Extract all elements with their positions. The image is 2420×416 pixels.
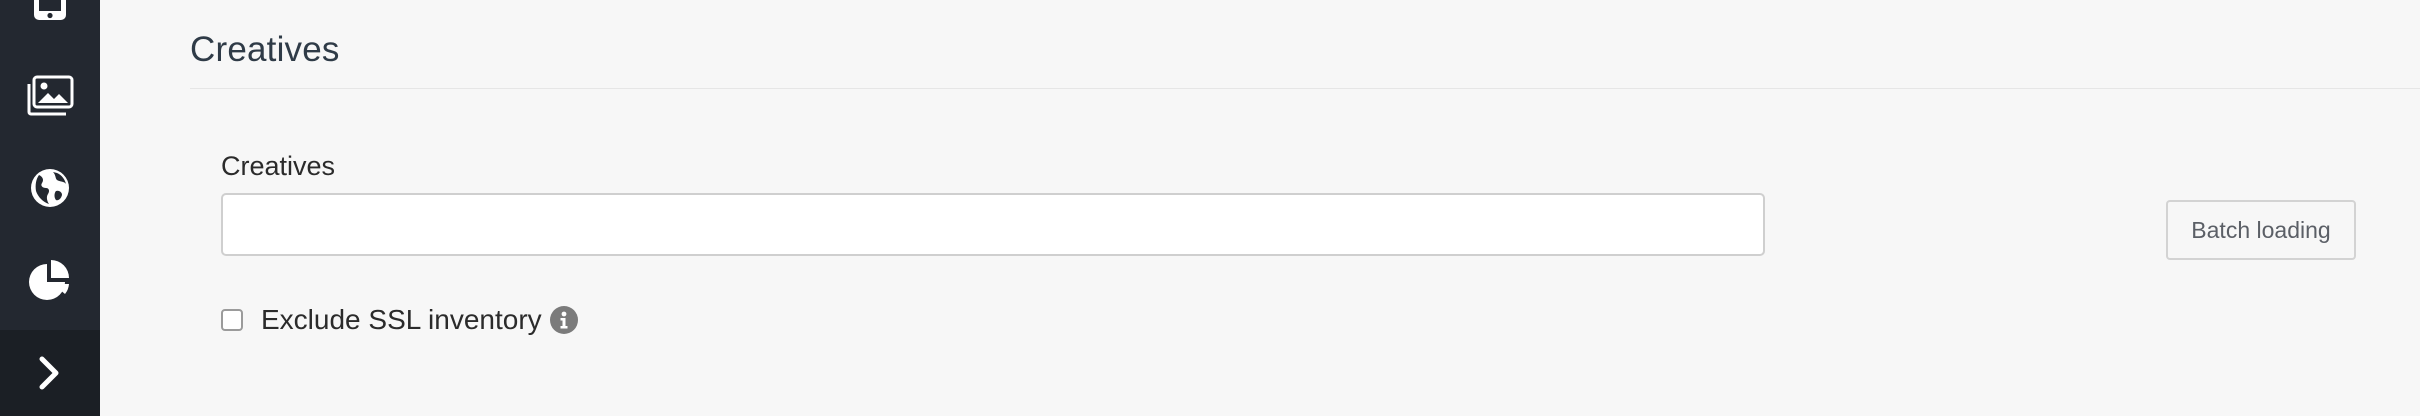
page-title: Creatives <box>190 30 340 69</box>
chevron-right-icon <box>37 355 63 391</box>
creatives-field-label: Creatives <box>221 151 336 181</box>
globe-icon <box>29 167 71 209</box>
batch-loading-button[interactable]: Batch loading <box>2166 200 2356 260</box>
exclude-ssl-checkbox[interactable] <box>221 309 243 331</box>
sidebar-item-creatives[interactable] <box>0 50 100 142</box>
exclude-ssl-label[interactable]: Exclude SSL inventory <box>261 300 542 340</box>
app-root: Creatives Creatives Batch loading Exclud… <box>0 0 2420 416</box>
pie-chart-icon <box>27 258 73 302</box>
images-icon <box>26 75 74 117</box>
title-divider <box>190 88 2420 89</box>
sidebar-item-devices[interactable] <box>0 0 100 46</box>
creatives-input[interactable] <box>221 193 1765 256</box>
sidebar-item-reports[interactable] <box>0 234 100 326</box>
exclude-ssl-row: Exclude SSL inventory <box>221 300 578 340</box>
tablet-icon <box>32 0 68 22</box>
sidebar-item-geo[interactable] <box>0 142 100 234</box>
sidebar-expand-button[interactable] <box>0 330 100 416</box>
sidebar <box>0 0 100 416</box>
info-icon[interactable] <box>549 306 578 334</box>
